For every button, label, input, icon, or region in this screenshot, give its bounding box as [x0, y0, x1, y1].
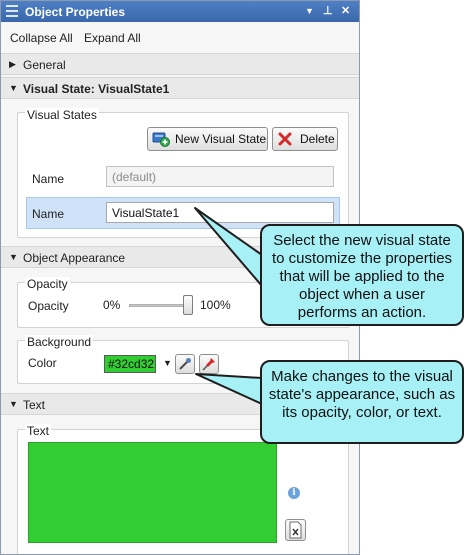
- appearance-callout: Make changes to the visual state's appea…: [260, 360, 464, 444]
- callout-pointer-appearance: [195, 373, 263, 405]
- visual-state-callout: Select the new visual state to customize…: [260, 224, 464, 326]
